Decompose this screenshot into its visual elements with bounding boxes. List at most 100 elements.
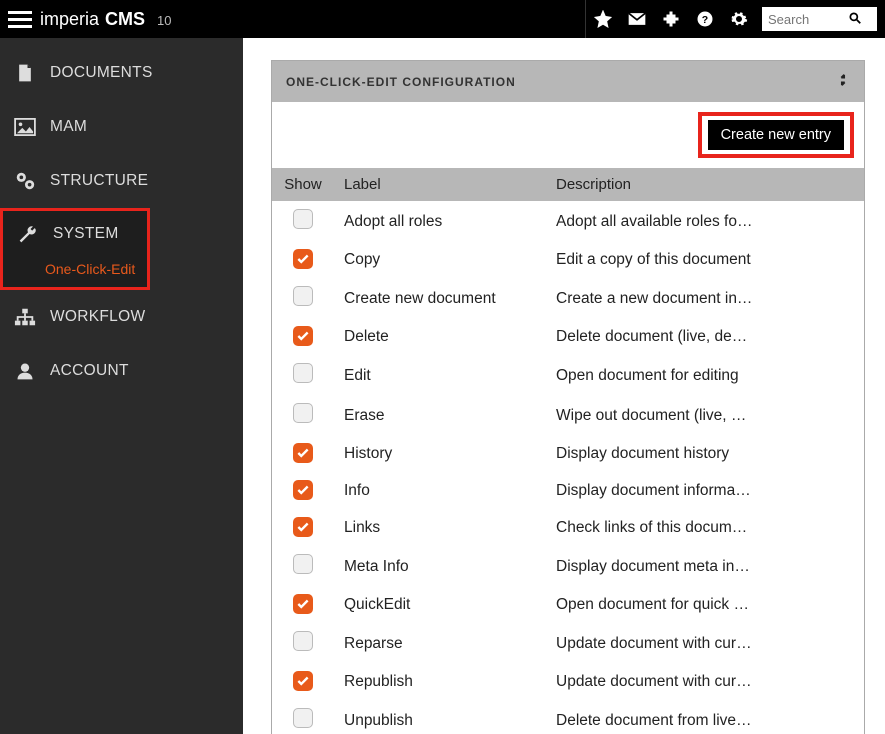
cell-desc: Update document with cur…: [546, 628, 864, 660]
sidebar-sub-one-click-edit[interactable]: One-Click-Edit: [3, 257, 147, 287]
table-row[interactable]: InfoDisplay document informa…: [272, 472, 864, 509]
cell-desc: Wipe out document (live, …: [546, 400, 864, 432]
cell-label: History: [334, 438, 546, 470]
sitemap-icon: [14, 306, 36, 328]
cell-show: [272, 356, 334, 395]
cell-show: [272, 242, 334, 278]
settings-icon[interactable]: [722, 0, 756, 38]
table-row[interactable]: Meta InfoDisplay document meta in…: [272, 546, 864, 586]
show-checkbox[interactable]: [293, 363, 313, 383]
cell-label: QuickEdit: [334, 589, 546, 621]
cell-show: [272, 510, 334, 546]
gears-icon: [14, 170, 36, 192]
show-checkbox[interactable]: [293, 671, 313, 691]
cell-label: Copy: [334, 244, 546, 276]
show-checkbox[interactable]: [293, 443, 313, 463]
favorite-icon[interactable]: [586, 0, 620, 38]
main-content: ONE-CLICK-EDIT CONFIGURATION Create new …: [243, 38, 885, 734]
table-body: Adopt all rolesAdopt all available roles…: [272, 201, 864, 734]
document-icon: [14, 62, 36, 84]
show-checkbox[interactable]: [293, 326, 313, 346]
sidebar-item-account[interactable]: ACCOUNT: [0, 344, 243, 398]
table-row[interactable]: ReparseUpdate document with cur…: [272, 623, 864, 663]
show-checkbox[interactable]: [293, 403, 313, 423]
show-checkbox[interactable]: [293, 554, 313, 574]
cell-desc: Display document informa…: [546, 475, 864, 507]
sidebar-item-structure[interactable]: STRUCTURE: [0, 154, 243, 208]
cell-show: [272, 664, 334, 700]
cell-show: [272, 547, 334, 586]
panel-toolbar: Create new entry: [272, 102, 864, 168]
table-row[interactable]: EditOpen document for editing: [272, 355, 864, 395]
search-icon[interactable]: [848, 11, 862, 28]
plugin-icon[interactable]: [654, 0, 688, 38]
sidebar-item-mam[interactable]: MAM: [0, 100, 243, 154]
config-panel: ONE-CLICK-EDIT CONFIGURATION Create new …: [271, 60, 865, 734]
col-header-desc[interactable]: Description: [546, 168, 864, 201]
table-row[interactable]: QuickEditOpen document for quick …: [272, 586, 864, 623]
image-icon: [14, 116, 36, 138]
menu-toggle[interactable]: [8, 7, 32, 31]
svg-text:?: ?: [702, 14, 708, 26]
show-checkbox[interactable]: [293, 480, 313, 500]
sidebar-item-system[interactable]: SYSTEM: [3, 211, 147, 257]
mail-icon[interactable]: [620, 0, 654, 38]
cell-label: Reparse: [334, 628, 546, 660]
cell-label: Adopt all roles: [334, 206, 546, 238]
col-header-label[interactable]: Label: [334, 168, 546, 201]
cell-desc: Display document history: [546, 438, 864, 470]
cell-desc: Open document for editing: [546, 360, 864, 392]
table-row[interactable]: Adopt all rolesAdopt all available roles…: [272, 201, 864, 241]
search-box[interactable]: [762, 7, 877, 31]
show-checkbox[interactable]: [293, 249, 313, 269]
cell-show: [272, 319, 334, 355]
search-input[interactable]: [768, 12, 848, 27]
table-row[interactable]: HistoryDisplay document history: [272, 435, 864, 472]
cell-label: Erase: [334, 400, 546, 432]
sidebar-item-documents[interactable]: DOCUMENTS: [0, 46, 243, 100]
table-row[interactable]: DeleteDelete document (live, de…: [272, 318, 864, 355]
show-checkbox[interactable]: [293, 594, 313, 614]
table-row[interactable]: CopyEdit a copy of this document: [272, 241, 864, 278]
collapse-icon[interactable]: [836, 73, 850, 90]
user-icon: [14, 360, 36, 382]
cell-label: Create new document: [334, 283, 546, 315]
create-button-highlight: Create new entry: [698, 112, 854, 158]
show-checkbox[interactable]: [293, 517, 313, 537]
table-header: Show Label Description: [272, 168, 864, 201]
cell-desc: Adopt all available roles fo…: [546, 206, 864, 238]
table-row[interactable]: Create new documentCreate a new document…: [272, 278, 864, 318]
cell-label: Edit: [334, 360, 546, 392]
cell-desc: Check links of this docum…: [546, 512, 864, 544]
sidebar-item-label: STRUCTURE: [50, 172, 148, 190]
cell-desc: Create a new document in…: [546, 283, 864, 315]
cell-label: Links: [334, 512, 546, 544]
sidebar-item-label: DOCUMENTS: [50, 64, 153, 82]
sidebar-item-workflow[interactable]: WORKFLOW: [0, 290, 243, 344]
table-row[interactable]: UnpublishDelete document from live…: [272, 700, 864, 734]
show-checkbox[interactable]: [293, 286, 313, 306]
sidebar-item-label: WORKFLOW: [50, 308, 145, 326]
show-checkbox[interactable]: [293, 708, 313, 728]
create-new-entry-button[interactable]: Create new entry: [708, 120, 844, 150]
cell-label: Meta Info: [334, 551, 546, 583]
table-row[interactable]: EraseWipe out document (live, …: [272, 395, 864, 435]
cell-desc: Display document meta in…: [546, 551, 864, 583]
cell-show: [272, 279, 334, 318]
cell-show: [272, 396, 334, 435]
cell-desc: Edit a copy of this document: [546, 244, 864, 276]
topbar-actions: ?: [585, 0, 877, 38]
help-icon[interactable]: ?: [688, 0, 722, 38]
show-checkbox[interactable]: [293, 209, 313, 229]
table-row[interactable]: LinksCheck links of this docum…: [272, 509, 864, 546]
cell-show: [272, 701, 334, 734]
cell-show: [272, 624, 334, 663]
sidebar-item-label: SYSTEM: [53, 225, 119, 243]
cell-show: [272, 436, 334, 472]
show-checkbox[interactable]: [293, 631, 313, 651]
cell-label: Unpublish: [334, 705, 546, 734]
brand-name-light: imperia: [40, 9, 99, 30]
table-row[interactable]: RepublishUpdate document with cur…: [272, 663, 864, 700]
col-header-show[interactable]: Show: [272, 168, 334, 201]
panel-header: ONE-CLICK-EDIT CONFIGURATION: [272, 61, 864, 102]
